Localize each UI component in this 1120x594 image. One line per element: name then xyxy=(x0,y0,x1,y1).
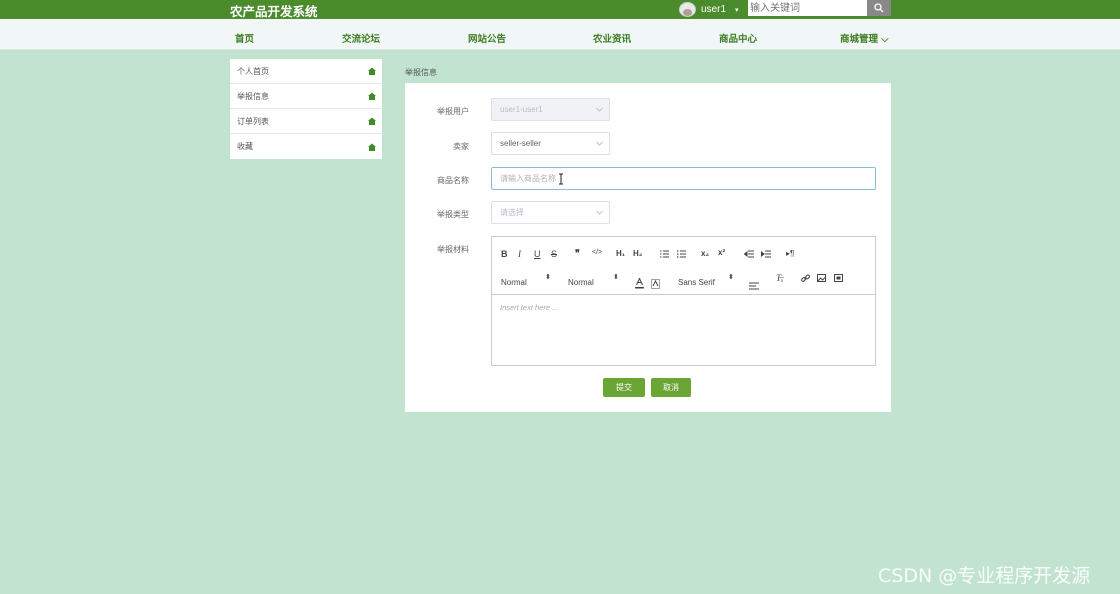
search-icon xyxy=(874,3,884,13)
sidebar-item-label: 个人首页 xyxy=(237,66,269,76)
avatar[interactable] xyxy=(679,2,696,17)
product-name-input[interactable]: 请输入商品名称 xyxy=(491,167,876,190)
sidebar-item-label: 收藏 xyxy=(237,142,253,151)
home-icon xyxy=(368,92,376,100)
reporter-label: 举报用户 xyxy=(437,107,469,116)
h1-icon[interactable]: H₁ xyxy=(616,249,625,258)
bullet-list-icon[interactable] xyxy=(677,250,686,258)
strike-icon[interactable]: S xyxy=(551,249,557,259)
sidebar-item-orders[interactable]: 订单列表 xyxy=(230,109,382,134)
site-brand[interactable]: 农产品开发系统 xyxy=(230,1,318,20)
report-type-label: 举报类型 xyxy=(437,210,469,219)
search-button[interactable] xyxy=(867,0,891,16)
size-select[interactable]: Normal xyxy=(568,278,594,287)
font-select-arrow-icon: ⬍ xyxy=(728,274,734,281)
size-select-arrow-icon: ⬍ xyxy=(613,274,619,281)
report-form: 举报用户 user1-user1 卖家 seller-seller 商品名称 请… xyxy=(405,83,891,412)
chevron-down-icon xyxy=(596,210,603,215)
username[interactable]: user1 xyxy=(701,4,726,15)
ordered-list-icon[interactable] xyxy=(660,250,669,258)
underline-icon[interactable]: U xyxy=(534,249,541,259)
product-placeholder: 请输入商品名称 xyxy=(500,174,556,183)
rtl-direction-icon[interactable]: ▸¶ xyxy=(786,249,794,258)
h2-icon[interactable]: H₂ xyxy=(633,249,642,258)
editor-placeholder[interactable]: Insert text here ... xyxy=(500,303,558,312)
sidebar-item-profile[interactable]: 个人首页 xyxy=(230,59,382,84)
chevron-down-icon xyxy=(596,107,603,112)
code-icon[interactable]: </> xyxy=(592,249,602,256)
editor-toolbar: B I U S ❞ </> H₁ H₂ x₂ x² ▸¶ Normal ⬍ No… xyxy=(492,237,875,295)
chevron-down-icon xyxy=(596,141,603,146)
sidebar-item-label: 订单列表 xyxy=(237,116,269,126)
text-cursor-icon xyxy=(559,173,563,184)
blockquote-icon[interactable]: ❞ xyxy=(575,248,580,259)
outdent-icon[interactable] xyxy=(744,250,754,258)
sidebar: 个人首页 举报信息 订单列表 收藏 xyxy=(230,59,382,159)
caret-down-icon[interactable]: ▾ xyxy=(735,6,739,14)
nav-home[interactable]: 首页 xyxy=(235,31,254,45)
seller-label: 卖家 xyxy=(453,142,469,151)
home-icon xyxy=(368,67,376,75)
align-icon[interactable] xyxy=(749,282,759,290)
video-icon[interactable] xyxy=(834,274,843,282)
sidebar-item-reports[interactable]: 举报信息 xyxy=(230,84,382,109)
report-type-select[interactable]: 请选择 xyxy=(491,201,610,224)
image-icon[interactable] xyxy=(817,274,826,282)
header-select-arrow-icon: ⬍ xyxy=(545,274,551,281)
home-icon xyxy=(368,143,376,151)
submit-button[interactable]: 提交 xyxy=(603,378,645,397)
background-color-icon[interactable] xyxy=(651,279,660,289)
rich-text-editor: B I U S ❞ </> H₁ H₂ x₂ x² ▸¶ Normal ⬍ No… xyxy=(491,236,876,366)
sidebar-item-favorites[interactable]: 收藏 xyxy=(230,134,382,159)
header-select[interactable]: Normal xyxy=(501,278,527,287)
breadcrumb: 举报信息 xyxy=(405,68,437,77)
product-label: 商品名称 xyxy=(437,176,469,185)
nav-announcement[interactable]: 网站公告 xyxy=(468,31,506,45)
watermark: CSDN @专业程序开发源 xyxy=(878,565,1091,587)
subscript-icon[interactable]: x₂ xyxy=(701,249,709,258)
seller-value: seller-seller xyxy=(500,139,541,148)
italic-icon[interactable]: I xyxy=(518,249,521,259)
indent-icon[interactable] xyxy=(761,250,771,258)
font-select[interactable]: Sans Serif xyxy=(678,278,715,287)
nav-product-center[interactable]: 商品中心 xyxy=(719,31,757,45)
nav-forum[interactable]: 交流论坛 xyxy=(342,31,380,45)
sidebar-item-label: 举报信息 xyxy=(237,91,269,101)
main-nav: 首页 交流论坛 网站公告 农业资讯 商品中心 商城管理 ⌵ xyxy=(0,19,1120,50)
user-menu[interactable]: user1 ▾ xyxy=(679,1,739,18)
seller-select[interactable]: seller-seller xyxy=(491,132,610,155)
search-input[interactable] xyxy=(748,0,867,16)
report-type-placeholder: 请选择 xyxy=(500,208,524,217)
link-icon[interactable] xyxy=(801,274,810,283)
material-label: 举报材料 xyxy=(437,245,469,254)
reporter-select: user1-user1 xyxy=(491,98,610,121)
bold-icon[interactable]: B xyxy=(501,249,508,259)
top-header: 农产品开发系统 user1 ▾ xyxy=(0,0,1120,19)
reporter-value: user1-user1 xyxy=(500,105,543,114)
cancel-button[interactable]: 取消 xyxy=(651,378,691,397)
clear-format-icon[interactable]: T̶ₓ xyxy=(776,273,784,283)
home-icon xyxy=(368,117,376,125)
superscript-icon[interactable]: x² xyxy=(718,248,725,257)
font-color-icon[interactable] xyxy=(635,278,644,289)
nav-agri-news[interactable]: 农业资讯 xyxy=(593,31,631,45)
nav-mall-admin[interactable]: 商城管理 ⌵ xyxy=(840,31,889,45)
